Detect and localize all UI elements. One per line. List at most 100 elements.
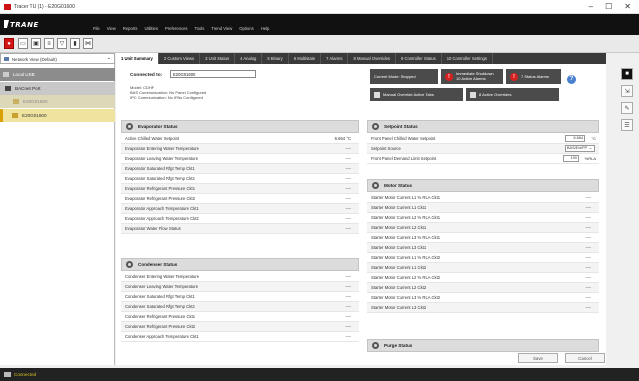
- network-tree: Local USB BACnet Port E20G01600 E20G0160…: [0, 64, 115, 365]
- table-row: Evaporator Refrigerant Pressure Ckt1 ----: [121, 184, 359, 194]
- tab-7[interactable]: 7 Alarms: [321, 53, 349, 64]
- report-icon[interactable]: ≡: [44, 38, 54, 49]
- row-value: ----: [585, 225, 591, 230]
- table-row: Condenser Approach Temperature Ckt1 ----: [121, 332, 359, 342]
- minimize-icon[interactable]: –: [589, 2, 593, 11]
- table-row: Evaporator Approach Temperature Ckt1 ----: [121, 204, 359, 214]
- network-view-label: Network View (Default): [12, 57, 57, 62]
- stop-icon[interactable]: ●: [4, 38, 14, 49]
- wrench-icon[interactable]: ✎: [621, 102, 633, 114]
- setpoint-status-header[interactable]: Setpoint Status: [367, 120, 599, 133]
- list-icon[interactable]: ☰: [621, 119, 633, 131]
- row-label: Evaporator Approach Temperature Ckt2: [125, 216, 199, 221]
- collapse-icon: [126, 123, 133, 130]
- row-label: Evaporator Entering Water Temperature: [125, 146, 200, 151]
- tab-9[interactable]: 9 Controller Status: [396, 53, 442, 64]
- menu-item[interactable]: Trend View: [211, 26, 232, 31]
- tree-item-label: E20G01600: [22, 113, 47, 118]
- setpoint-source-select[interactable]: BAS/Ext/FP ⌄: [565, 145, 595, 152]
- table-row: Evaporator Refrigerant Pressure Ckt2 ----: [121, 194, 359, 204]
- current-mode-button[interactable]: Current Mode: Stopped: [370, 69, 438, 84]
- section-title: Purge Status: [384, 343, 413, 348]
- export-icon[interactable]: ⇲: [621, 85, 633, 97]
- table-row: Starter Motor Current L3 Ckt1 ----: [367, 243, 599, 253]
- tree-item-label: BACnet Port: [15, 86, 41, 91]
- maximize-icon[interactable]: ☐: [605, 2, 612, 11]
- help-icon[interactable]: ?: [567, 75, 576, 84]
- menu-item[interactable]: Utilities: [144, 26, 158, 31]
- manual-override-button[interactable]: Manual Override Active Tabs: [370, 88, 463, 101]
- row-label: Evaporator Water Flow Status: [125, 226, 181, 231]
- tab-5[interactable]: 5 Binary: [262, 53, 289, 64]
- alert-icon: !: [445, 72, 453, 81]
- network-icon[interactable]: ⋈: [83, 38, 93, 49]
- row-label: Condenser Refrigerant Pressure Ckt1: [125, 314, 196, 319]
- row-value: ----: [585, 255, 591, 260]
- cancel-button[interactable]: Cancel: [565, 353, 605, 363]
- table-row: Starter Motor Current L3 Ckt2 ----: [367, 303, 599, 313]
- demand-limit-setpoint-input[interactable]: 100: [563, 155, 579, 162]
- usb-icon: [3, 72, 9, 77]
- row-label: Condenser Refrigerant Pressure Ckt2: [125, 324, 196, 329]
- row-label: Condenser Saturated Rfgt Temp Ckt1: [125, 294, 195, 299]
- menu-item[interactable]: Reports: [123, 26, 138, 31]
- print-icon[interactable]: ■: [621, 68, 633, 80]
- immediate-shutdown-button[interactable]: ! Immediate Shutdown 10 Active Alarms: [441, 69, 503, 84]
- section-title: Condenser Status: [138, 262, 178, 267]
- chilled-water-setpoint-input[interactable]: 6.664: [565, 135, 585, 142]
- table-row: Starter Motor Current L1 % RLA Ckt2 ----: [367, 253, 599, 263]
- row-label: Starter Motor Current L2 % RLA Ckt1: [371, 215, 441, 220]
- row-label: Condenser Entering Water Temperature: [125, 274, 200, 279]
- close-icon[interactable]: ✕: [624, 2, 631, 11]
- row-value: ----: [585, 215, 591, 220]
- active-overrides-button[interactable]: 8 Active Overrides: [466, 88, 559, 101]
- tab-8[interactable]: 8 Manual Overrides: [348, 53, 397, 64]
- row-label: Starter Motor Current L1 % RLA Ckt1: [371, 195, 441, 200]
- menu-item[interactable]: Tools: [195, 26, 205, 31]
- row-value: ----: [345, 186, 351, 191]
- save-button[interactable]: Save: [518, 353, 558, 363]
- tab-1[interactable]: 1 Unit Summary: [116, 53, 159, 64]
- chevron-down-icon: ⌄: [588, 146, 592, 150]
- evaporator-status-header[interactable]: Evaporator Status: [121, 120, 359, 133]
- condenser-status-header[interactable]: Condenser Status: [121, 258, 359, 271]
- override-icon: [374, 91, 380, 98]
- row-value: ----: [585, 305, 591, 310]
- row-label: Evaporator Refrigerant Pressure Ckt1: [125, 186, 196, 191]
- filter-icon[interactable]: ▽: [57, 38, 67, 49]
- save-icon[interactable]: ▣: [31, 38, 41, 49]
- tab-6[interactable]: 6 Multistate: [289, 53, 322, 64]
- tree-item-bacnet-port[interactable]: BACnet Port: [0, 82, 115, 95]
- active-overrides-label: 8 Active Overrides: [479, 92, 512, 97]
- document-icon[interactable]: ▭: [18, 38, 28, 49]
- menu-item[interactable]: File: [93, 26, 100, 31]
- status-bar: Connected: [0, 368, 639, 381]
- motor-status-table: Starter Motor Current L1 % RLA Ckt1 ---- S…: [367, 193, 599, 313]
- chart-icon[interactable]: ▮: [70, 38, 80, 49]
- menu-item[interactable]: Help: [261, 26, 270, 31]
- brand-logo: TRANE: [10, 21, 39, 29]
- tree-item-device-dim[interactable]: E20G01600: [0, 95, 115, 108]
- row-value: 6.664 °C: [334, 136, 351, 141]
- network-view-dropdown[interactable]: Network View (Default) ⌄: [0, 53, 115, 64]
- purge-status-header[interactable]: Purge Status: [367, 339, 599, 352]
- status-alarms-button[interactable]: ! 7 Status Alarms: [506, 69, 561, 84]
- menu-item[interactable]: Options: [239, 26, 253, 31]
- tab-3[interactable]: 3 Unit Status: [200, 53, 236, 64]
- motor-status-header[interactable]: Motor Status: [367, 179, 599, 192]
- row-label: Evaporator Leaving Water Temperature: [125, 156, 199, 161]
- row-value: ----: [345, 196, 351, 201]
- tab-10[interactable]: 10 Controller Settings: [442, 53, 493, 64]
- row-value: ----: [345, 156, 351, 161]
- tab-2[interactable]: 2 Custom Views: [159, 53, 201, 64]
- tree-item-device-selected[interactable]: E20G01600: [0, 109, 115, 122]
- tree-item-local-usb[interactable]: Local USB: [0, 68, 115, 81]
- table-row: Evaporator Approach Temperature Ckt2 ----: [121, 214, 359, 224]
- menu-item[interactable]: Preferences: [165, 26, 188, 31]
- row-value: ----: [345, 226, 351, 231]
- menu-item[interactable]: View: [107, 26, 116, 31]
- table-row: Evaporator Leaving Water Temperature ----: [121, 154, 359, 164]
- row-label: Starter Motor Current L3 Ckt1: [371, 245, 427, 250]
- row-label: Starter Motor Current L3 % RLA Ckt2: [371, 295, 441, 300]
- tab-4[interactable]: 4 Analog: [235, 53, 263, 64]
